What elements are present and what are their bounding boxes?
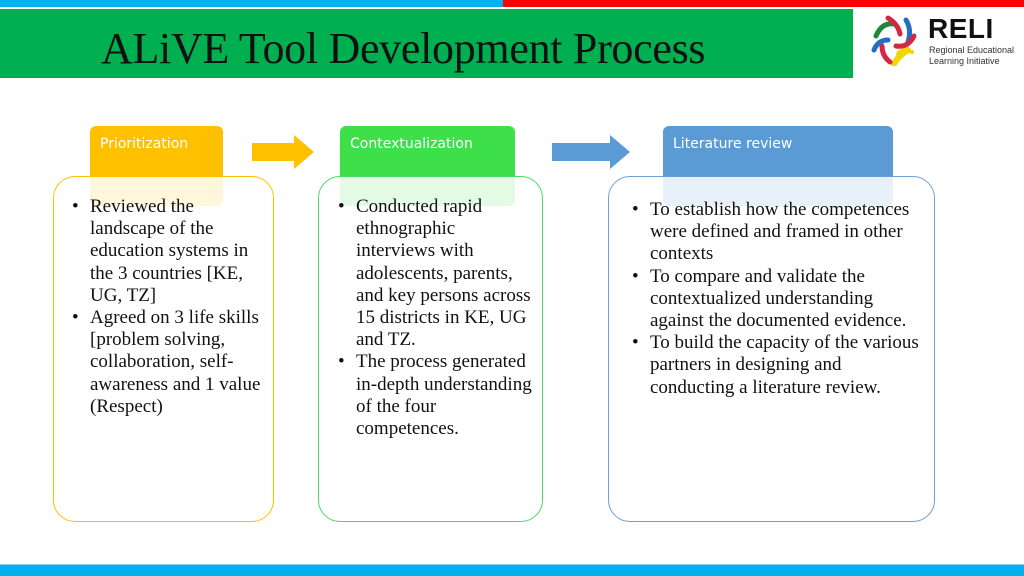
bullet-item: The process generated in-depth understan… xyxy=(333,351,538,440)
logo-subtitle-line-2: Learning Initiative xyxy=(929,56,1000,66)
top-accent-bar-blue xyxy=(0,0,503,7)
stage-label: Literature review xyxy=(673,136,793,152)
bottom-accent-bar xyxy=(0,564,1024,576)
bullet-item: To build the capacity of the various par… xyxy=(627,332,927,399)
bullet-item: Reviewed the landscape of the education … xyxy=(67,196,267,307)
slide-title: ALiVE Tool Development Process xyxy=(101,24,706,73)
bullet-list: Reviewed the landscape of the education … xyxy=(67,196,267,418)
reli-logo-icon xyxy=(871,15,917,66)
stage-card-prioritization: Reviewed the landscape of the education … xyxy=(53,176,274,522)
stage-card-contextualization: Conducted rapid ethnographic interviews … xyxy=(318,176,543,522)
logo-subtitle-line-1: Regional Educational xyxy=(929,45,1015,55)
title-banner: ALiVE Tool Development Process xyxy=(0,9,853,78)
logo-wordmark: RELI xyxy=(928,13,994,44)
stage-label: Contextualization xyxy=(350,136,473,152)
arrow-right-icon xyxy=(252,135,314,169)
stage-label: Prioritization xyxy=(100,136,189,152)
bullet-item: To establish how the competences were de… xyxy=(627,199,927,266)
reli-logo: RELI Regional Educational Learning Initi… xyxy=(868,12,1024,68)
bullet-list: To establish how the competences were de… xyxy=(627,199,927,399)
bullet-item: Conducted rapid ethnographic interviews … xyxy=(333,196,538,351)
bullet-item: To compare and validate the contextualiz… xyxy=(627,266,927,333)
bullet-item: Agreed on 3 life skills [problem solving… xyxy=(67,307,267,418)
bullet-list: Conducted rapid ethnographic interviews … xyxy=(333,196,538,440)
logo-subtitle: Regional Educational Learning Initiative xyxy=(929,45,1014,67)
arrow-right-icon xyxy=(552,135,630,169)
top-accent-bar-red xyxy=(503,0,1024,7)
stage-card-literature-review: To establish how the competences were de… xyxy=(608,176,935,522)
